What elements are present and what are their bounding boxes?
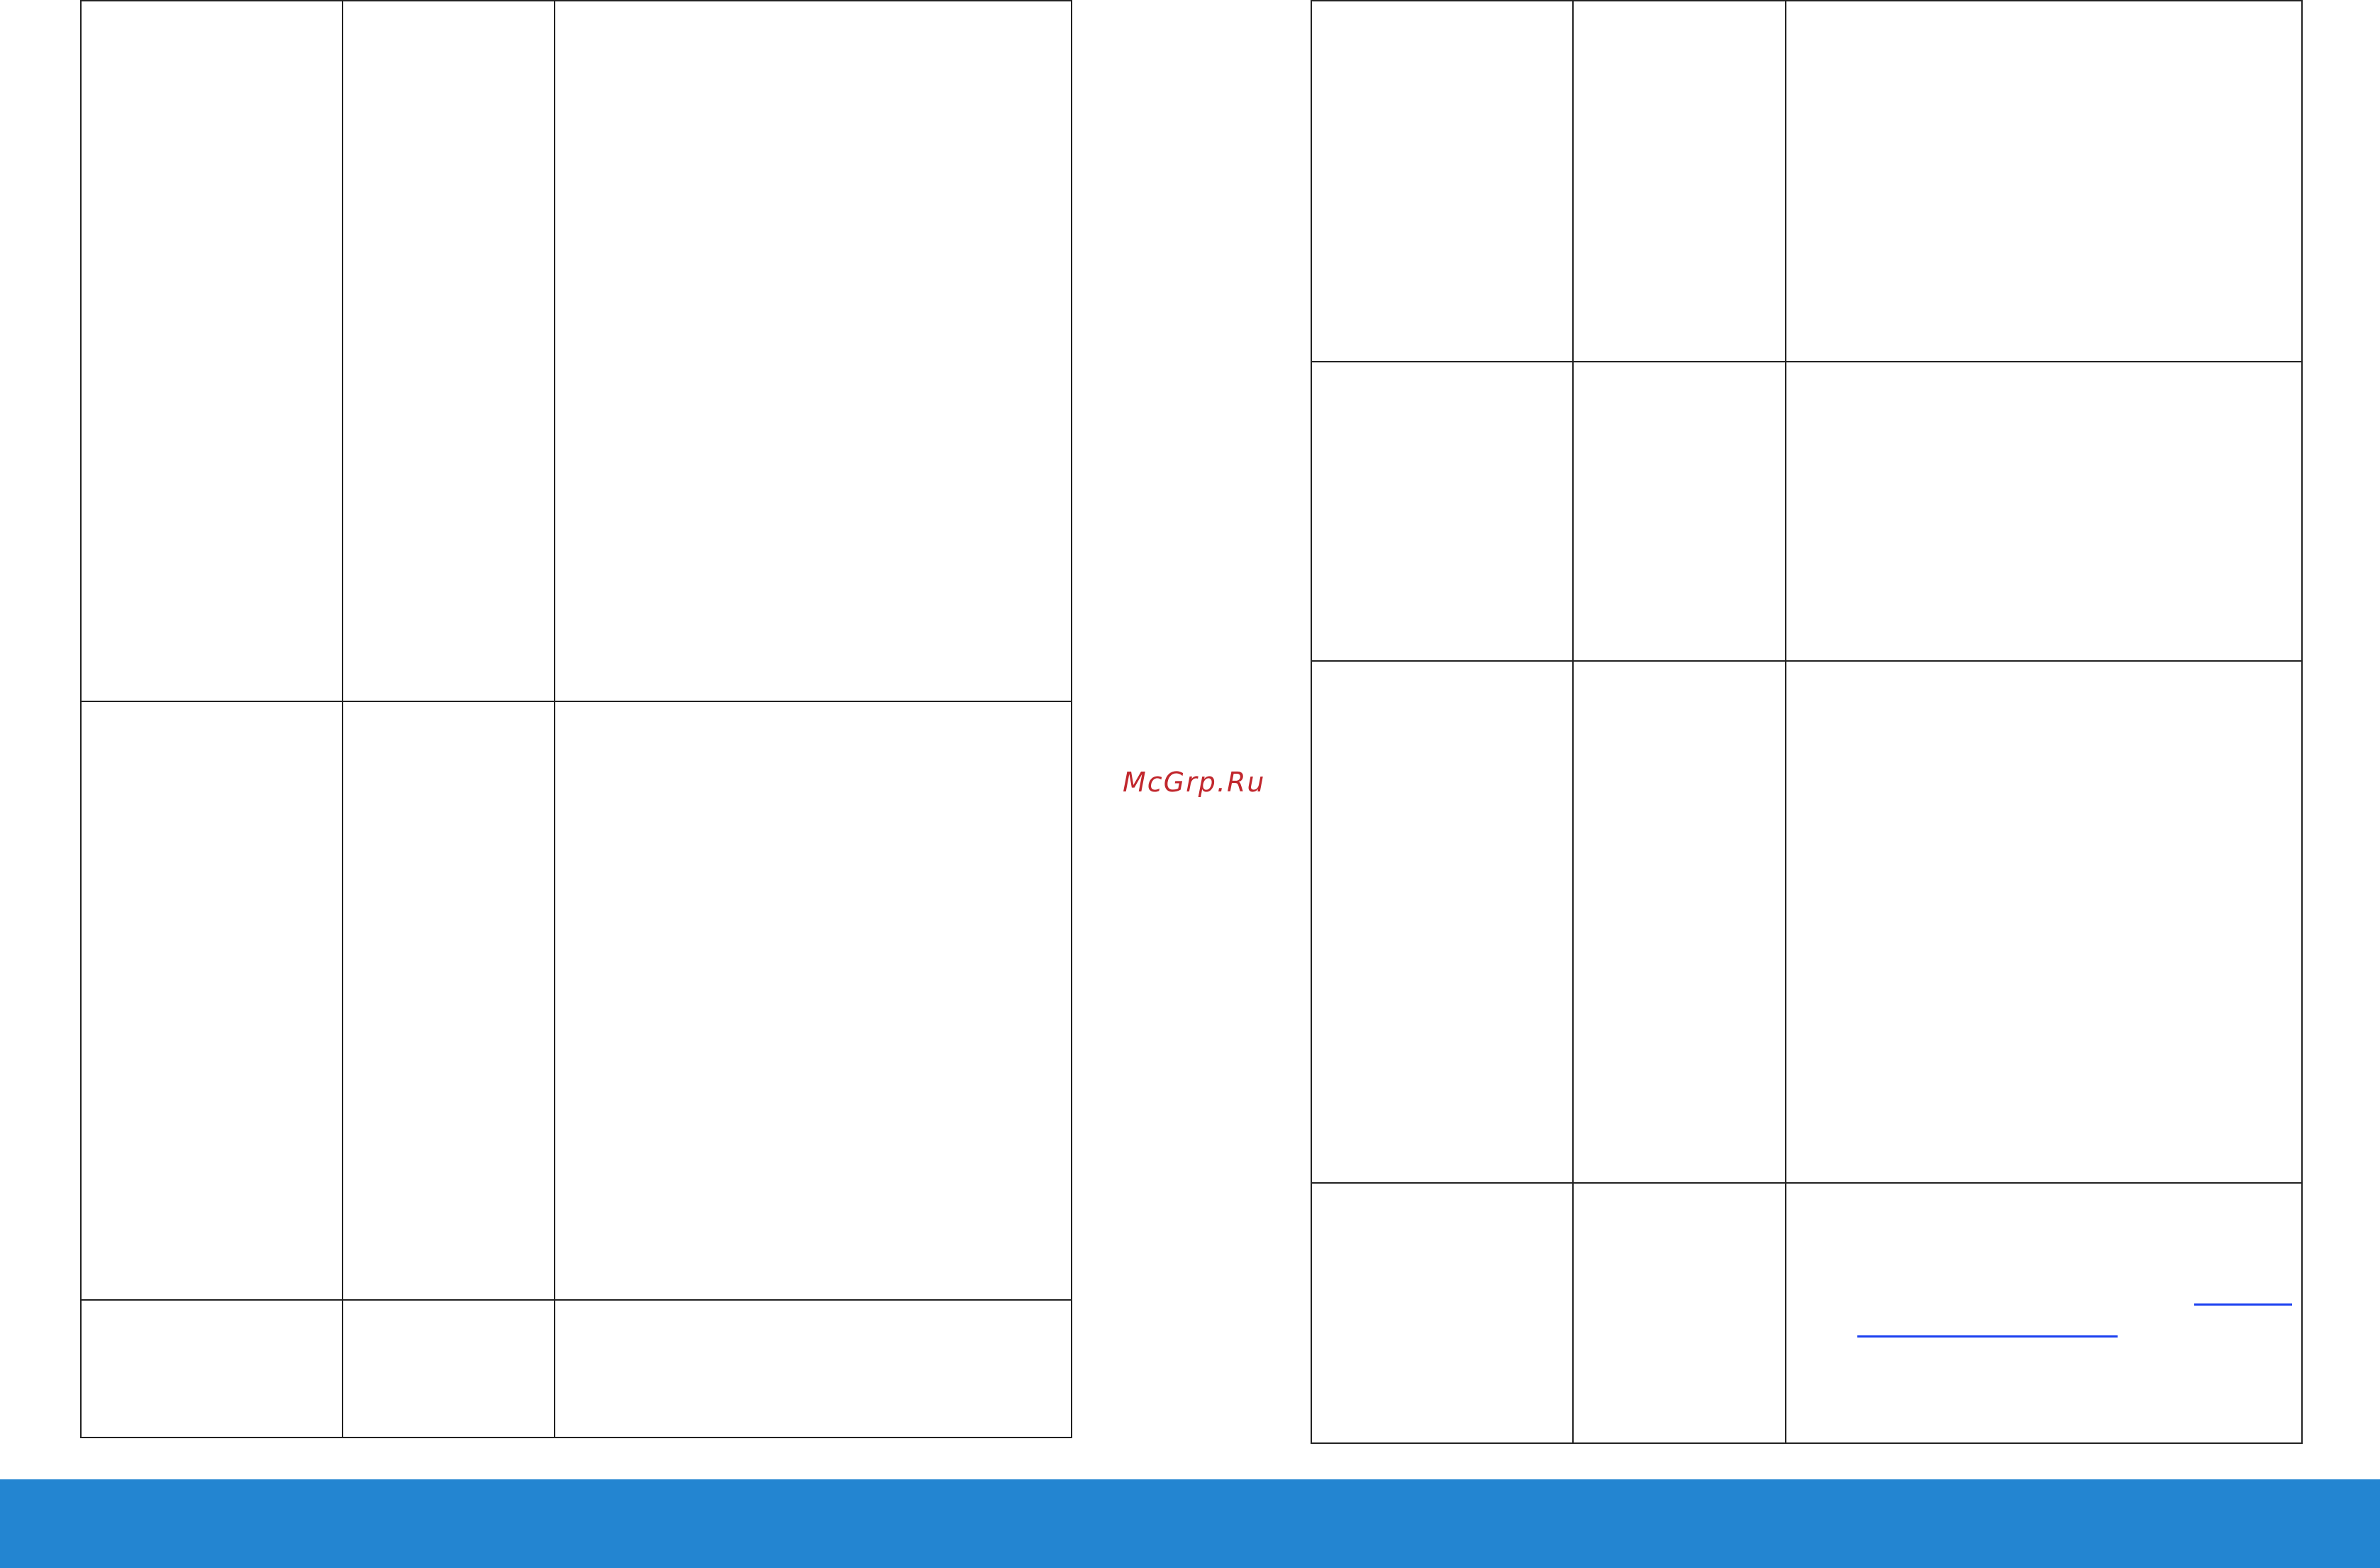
- table-cell: [554, 1299, 1072, 1438]
- table-cell: [80, 1299, 343, 1438]
- table-cell: [1785, 660, 2303, 1184]
- right-table: [1311, 0, 2303, 1444]
- table-cell: [554, 0, 1072, 702]
- table-cell: [1785, 1182, 2303, 1444]
- table-row: [1311, 0, 2303, 362]
- table-cell: [1572, 1182, 1786, 1444]
- table-cell: [342, 701, 555, 1301]
- footer-bar: [0, 1479, 2380, 1568]
- table-row: [80, 0, 1072, 702]
- document-page: McGrp.Ru: [0, 0, 2380, 1568]
- table-cell: [1572, 0, 1786, 362]
- table-cell: [80, 701, 343, 1301]
- hyperlink-underline[interactable]: [1857, 1335, 2118, 1338]
- watermark-text: McGrp.Ru: [1123, 767, 1266, 798]
- table-cell: [1572, 660, 1786, 1184]
- table-cell: [342, 1299, 555, 1438]
- table-cell: [1311, 361, 1574, 662]
- table-cell: [342, 0, 555, 702]
- table-cell: [1785, 361, 2303, 662]
- table-cell: [1311, 1182, 1574, 1444]
- table-cell: [1311, 660, 1574, 1184]
- table-cell: [554, 701, 1072, 1301]
- table-cell: [1785, 0, 2303, 362]
- table-cell: [1311, 0, 1574, 362]
- hyperlink-underline[interactable]: [2194, 1303, 2292, 1306]
- table-cell: [80, 0, 343, 702]
- table-row: [1311, 1182, 2303, 1444]
- table-row: [80, 701, 1072, 1301]
- table-row: [1311, 361, 2303, 662]
- left-table: [80, 0, 1072, 1438]
- table-row: [80, 1299, 1072, 1438]
- table-cell: [1572, 361, 1786, 662]
- table-row: [1311, 660, 2303, 1184]
